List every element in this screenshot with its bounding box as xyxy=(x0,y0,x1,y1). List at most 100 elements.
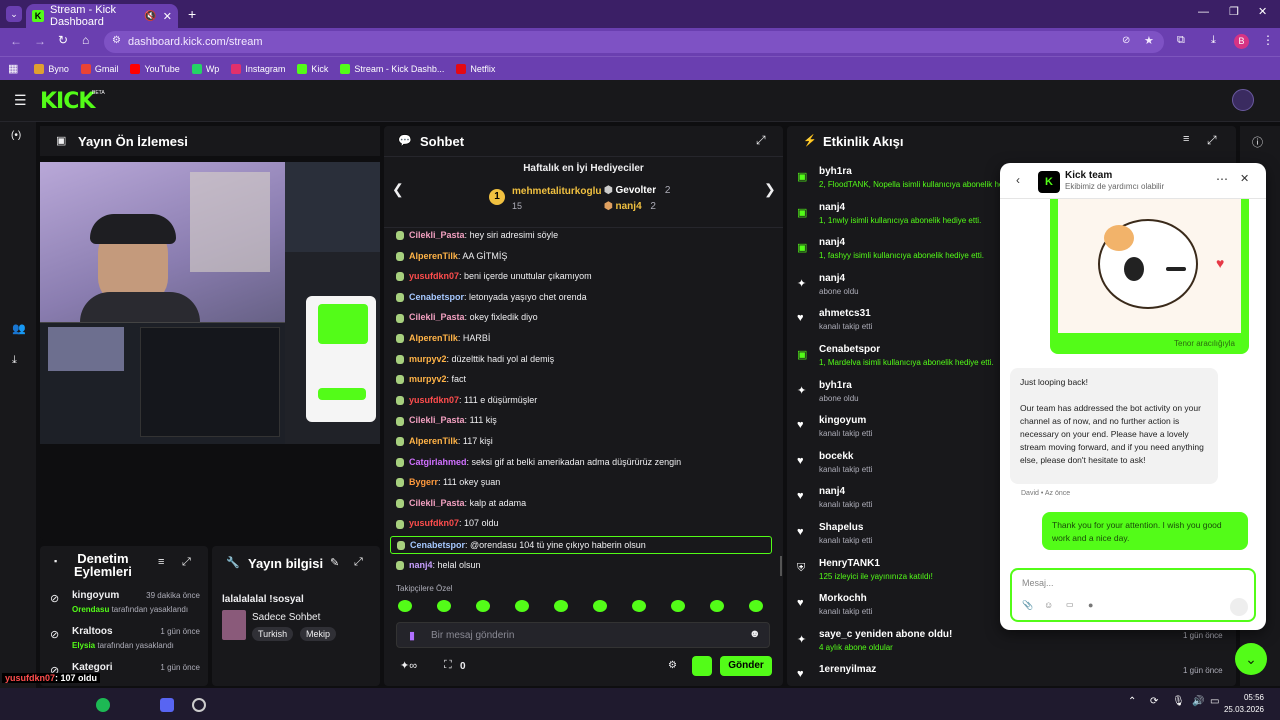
top-gifter-name[interactable]: mehmetaliturkoglu xyxy=(512,186,601,197)
chat-username[interactable]: Cilekli_Pasta xyxy=(409,498,465,508)
emote-icon[interactable] xyxy=(749,600,763,612)
chat-message[interactable]: AlperenTilk: AA GİTMİŞ xyxy=(396,251,507,261)
chat-username[interactable]: murpyv2 xyxy=(409,374,447,384)
chat-username[interactable]: Cenabetspor xyxy=(410,540,465,550)
chat-username[interactable]: Catgirlahmed xyxy=(409,457,467,467)
activity-name[interactable]: nanj4 xyxy=(819,273,845,284)
chat-username[interactable]: yusufdkn07 xyxy=(409,395,459,405)
tray-sync-icon[interactable]: ⟳ xyxy=(1150,696,1158,707)
info-icon[interactable]: ⓘ xyxy=(1252,134,1263,150)
apps-grid-icon[interactable]: ▦ xyxy=(8,62,18,75)
kick-emote-button[interactable] xyxy=(692,656,712,676)
chat-username[interactable]: yusufdkn07 xyxy=(409,518,459,528)
activity-name[interactable]: Cenabetspor xyxy=(819,344,880,355)
users-icon[interactable]: 👥 xyxy=(12,322,26,335)
chat-message[interactable]: yusufdkn07: 111 e düşürmüşler xyxy=(396,395,537,405)
chat-message[interactable]: yusufdkn07: 107 oldu xyxy=(396,518,499,529)
emote-icon[interactable] xyxy=(554,600,568,612)
reload-icon[interactable]: ↻ xyxy=(58,33,68,47)
emote-icon[interactable] xyxy=(437,600,451,612)
browser-tab[interactable]: K Stream - Kick Dashboard 🔇 ✕ xyxy=(26,4,178,28)
points-infinity-icon[interactable]: ✦∞ xyxy=(400,659,417,672)
activity-name[interactable]: nanj4 xyxy=(819,202,845,213)
hamburger-menu-icon[interactable]: ☰ xyxy=(14,92,27,109)
chat-username[interactable]: nanj4 xyxy=(409,560,433,570)
attach-icon[interactable]: 📎 xyxy=(1022,600,1033,611)
chat-username[interactable]: Cenabetspor xyxy=(409,292,464,302)
user-avatar[interactable] xyxy=(1232,89,1254,111)
profile-avatar[interactable]: B xyxy=(1234,34,1249,49)
popout-chat-icon[interactable]: ⤢ xyxy=(756,133,766,148)
live-broadcast-icon[interactable]: (•) xyxy=(11,130,21,141)
activity-name[interactable]: kingoyum xyxy=(819,415,866,426)
support-emoji-icon[interactable]: ☺ xyxy=(1044,600,1053,610)
chat-message[interactable]: yusufdkn07: beni içerde unuttular çıkamı… xyxy=(396,271,592,282)
tag-chip[interactable]: Mekip xyxy=(300,627,337,641)
chat-settings-icon[interactable]: ⚙ xyxy=(668,660,677,671)
bookmark-item[interactable]: Gmail xyxy=(80,63,118,74)
bookmark-item[interactable]: Netflix xyxy=(456,63,495,74)
chat-username[interactable]: Bygerr xyxy=(409,477,438,487)
support-input[interactable]: Mesaj... 📎 ☺ ▭ ● xyxy=(1010,568,1256,622)
chat-message[interactable]: murpyv2: fact xyxy=(396,374,466,385)
eye-off-icon[interactable]: ⊘ xyxy=(1122,35,1130,46)
new-tab-icon[interactable]: + xyxy=(188,6,196,22)
activity-name[interactable]: saye_c yeniden abone oldu! xyxy=(819,629,952,640)
bookmark-item[interactable]: Instagram xyxy=(231,63,285,74)
support-mic-icon[interactable]: ● xyxy=(1088,600,1093,610)
prev-gifters-icon[interactable]: ❮ xyxy=(392,181,404,198)
category-name[interactable]: Sadece Sohbet xyxy=(252,612,320,623)
tray-chevron-icon[interactable]: ⌃ xyxy=(1128,696,1136,707)
chat-username[interactable]: Cilekli_Pasta xyxy=(409,415,465,425)
emote-icon[interactable] xyxy=(710,600,724,612)
spotify-icon[interactable] xyxy=(96,698,110,712)
tab-mute-icon[interactable]: 🔇 xyxy=(144,11,156,22)
gif-icon[interactable]: ▭ xyxy=(1066,600,1074,609)
site-info-icon[interactable]: ⚙ xyxy=(112,35,121,46)
maximize-icon[interactable]: ❐ xyxy=(1229,5,1239,18)
clock-date[interactable]: 25.03.2026 xyxy=(1210,705,1264,714)
stream-video[interactable] xyxy=(40,162,380,444)
home-icon[interactable]: ⌂ xyxy=(82,33,89,47)
chat-message[interactable]: Cenabetspor: @orendasu 104 tü yine çıkıy… xyxy=(390,536,772,555)
menu-dots-icon[interactable]: ⋮ xyxy=(1262,33,1274,47)
support-more-icon[interactable]: ⋯ xyxy=(1216,172,1228,186)
activity-name[interactable]: byh1ra xyxy=(819,166,852,177)
app-icon[interactable] xyxy=(160,698,174,712)
mod-filter-icon[interactable]: ≡ xyxy=(158,556,164,568)
gifter-row[interactable]: ⬢ nanj4 2 xyxy=(604,201,656,212)
bookmark-item[interactable]: Byno xyxy=(34,63,69,74)
emote-icon[interactable] xyxy=(593,600,607,612)
clock-time[interactable]: 05:56 xyxy=(1220,693,1264,702)
app-icon[interactable] xyxy=(192,698,206,712)
close-window-icon[interactable]: ✕ xyxy=(1258,5,1267,18)
chat-message[interactable]: Catgirlahmed: seksi gif at belki amerika… xyxy=(396,457,681,467)
chat-message[interactable]: Bygerr: 111 okey şuan xyxy=(396,477,500,488)
tab-search-icon[interactable]: ⌄ xyxy=(6,6,22,22)
send-button[interactable]: Gönder xyxy=(720,656,772,676)
gifter-row[interactable]: ⬢ Gevolter 2 xyxy=(604,185,670,196)
next-gifters-icon[interactable]: ❯ xyxy=(764,181,776,198)
activity-name[interactable]: 1erenyilmaz xyxy=(819,664,876,675)
popout-activity-icon[interactable]: ⤢ xyxy=(1207,133,1217,148)
kick-logo[interactable]: KICK xyxy=(40,89,95,114)
chat-username[interactable]: Cilekli_Pasta xyxy=(409,230,465,240)
activity-name[interactable]: nanj4 xyxy=(819,237,845,248)
chat-username[interactable]: AlperenTilk xyxy=(409,251,458,261)
chat-username[interactable]: AlperenTilk xyxy=(409,333,458,343)
tab-close-icon[interactable]: ✕ xyxy=(163,10,172,23)
emote-icon[interactable] xyxy=(671,600,685,612)
chat-message[interactable]: murpyv2: düzelttik hadi yol al demiş xyxy=(396,354,554,364)
activity-name[interactable]: ahmetcs31 xyxy=(819,308,871,319)
activity-name[interactable]: bocekk xyxy=(819,451,853,462)
chat-scrollbar[interactable] xyxy=(780,556,782,576)
filter-icon[interactable]: ≡ xyxy=(1183,133,1189,145)
support-back-icon[interactable]: ‹ xyxy=(1016,173,1020,187)
chat-username[interactable]: Cilekli_Pasta xyxy=(409,312,465,322)
chat-message[interactable]: Cilekli_Pasta: okey fixledik diyo xyxy=(396,312,538,323)
bookmark-item[interactable]: Stream - Kick Dashb... xyxy=(340,63,444,74)
mod-popout-icon[interactable]: ⤢ xyxy=(182,556,191,569)
bookmark-item[interactable]: Kick xyxy=(297,63,328,74)
activity-name[interactable]: HenryTANK1 xyxy=(819,558,880,569)
tag-chip[interactable]: Turkish xyxy=(252,627,294,641)
